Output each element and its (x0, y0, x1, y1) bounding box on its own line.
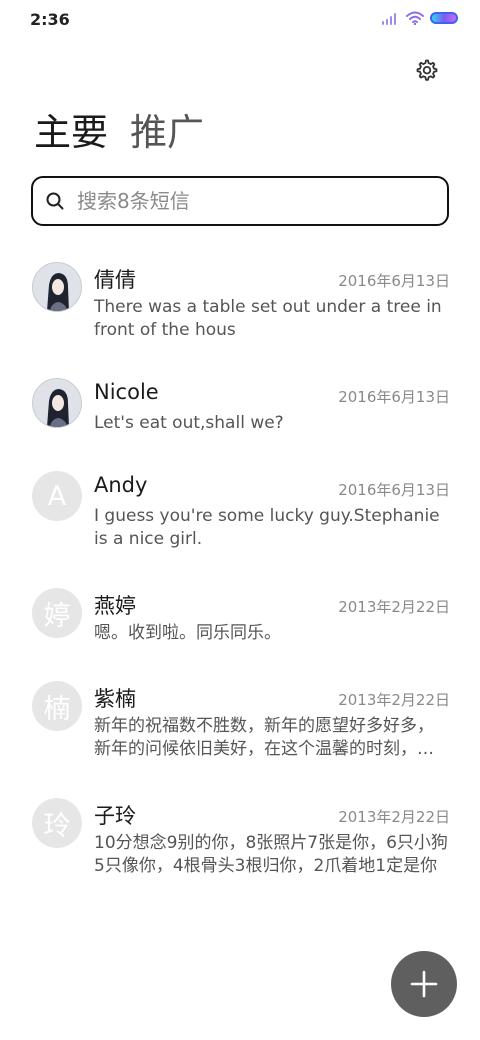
signal-icon (382, 11, 400, 25)
avatar: 玲 (32, 798, 82, 848)
contact-name: 紫楠 (94, 687, 136, 711)
message-date: 2013年2月22日 (338, 598, 450, 616)
contact-name: 倩倩 (94, 268, 136, 292)
tab-bar: 主要 推广 (34, 110, 204, 156)
tab-primary[interactable]: 主要 (34, 110, 108, 156)
message-preview: 10分想念9别的你，8张照片7张是你，6只小狗5只像你，4根骨头3根归你，2爪着… (94, 833, 448, 876)
search-icon (46, 192, 64, 210)
battery-icon (430, 12, 458, 24)
message-preview: Let's eat out,shall we? (94, 413, 284, 433)
status-bar: 2:36 (0, 0, 480, 40)
contact-name: 子玲 (94, 804, 136, 828)
avatar (32, 378, 82, 428)
search-box[interactable] (31, 176, 449, 226)
contact-name: Nicole (94, 380, 159, 404)
message-preview: 嗯。收到啦。同乐同乐。 (94, 623, 281, 643)
avatar: A (32, 471, 82, 521)
contact-name: 燕婷 (94, 594, 136, 618)
message-date: 2013年2月22日 (338, 808, 450, 826)
avatar: 婷 (32, 588, 82, 638)
message-preview: There was a table set out under a tree i… (94, 297, 442, 340)
message-preview: 新年的祝福数不胜数，新年的愿望好多好多，新年的问候依旧美好，在这个温馨的时刻，祝… (94, 716, 434, 759)
avatar (32, 262, 82, 312)
gear-icon (416, 59, 438, 81)
plus-icon (410, 970, 438, 998)
message-date: 2016年6月13日 (338, 481, 450, 499)
message-date: 2013年2月22日 (338, 691, 450, 709)
contact-name: Andy (94, 473, 148, 497)
search-input[interactable] (75, 188, 419, 214)
status-time: 2:36 (30, 10, 70, 29)
settings-button[interactable] (412, 55, 442, 85)
new-message-button[interactable] (391, 951, 457, 1017)
wifi-icon (406, 11, 424, 25)
message-date: 2016年6月13日 (338, 272, 450, 290)
message-date: 2016年6月13日 (338, 388, 450, 406)
avatar: 楠 (32, 681, 82, 731)
status-icons (382, 11, 458, 25)
message-preview: I guess you're some lucky guy.Stephanie … (94, 506, 440, 549)
tab-promotions[interactable]: 推广 (130, 110, 204, 156)
